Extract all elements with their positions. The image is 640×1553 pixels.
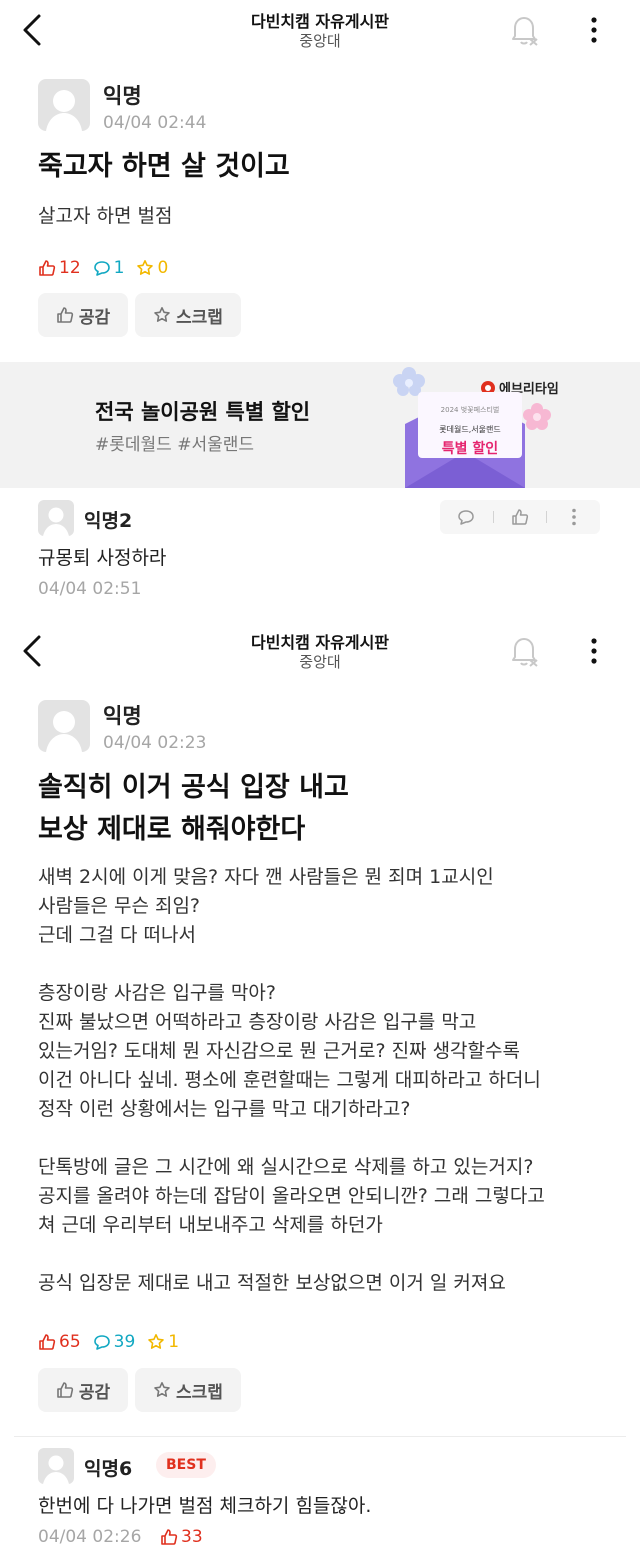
ad-badge-line2: 특별 할인 bbox=[441, 441, 499, 457]
comment-more-icon[interactable] bbox=[547, 500, 600, 534]
post-title-line2: 보상 제대로 해줘야한다 bbox=[38, 814, 306, 845]
best-badge: BEST bbox=[156, 1452, 216, 1478]
scrap-count: 1 bbox=[147, 1332, 179, 1352]
more-vertical-icon[interactable] bbox=[578, 10, 610, 50]
like-count: 65 bbox=[38, 1332, 81, 1352]
comment-author: 익명2 bbox=[84, 510, 133, 532]
comment-count: 1 bbox=[93, 258, 124, 278]
comment-like-button[interactable] bbox=[494, 500, 547, 534]
avatar bbox=[38, 79, 90, 131]
post-stats: 12 1 0 bbox=[38, 258, 180, 278]
post-author: 익명 bbox=[103, 84, 142, 108]
post-stats: 65 39 1 bbox=[38, 1332, 191, 1352]
like-button[interactable]: 공감 bbox=[38, 293, 128, 337]
post-date: 04/04 02:44 bbox=[103, 113, 207, 133]
thumbs-up-icon bbox=[57, 307, 74, 323]
flower-icon bbox=[523, 403, 551, 430]
reply-button[interactable] bbox=[440, 500, 493, 534]
star-icon bbox=[154, 307, 170, 322]
ad-badge-year: 2024 벚꽃페스티벌 bbox=[440, 406, 500, 414]
star-icon bbox=[137, 260, 154, 275]
avatar bbox=[38, 700, 90, 752]
scrap-count: 0 bbox=[136, 258, 168, 278]
ad-tags: #롯데월드 #서울랜드 bbox=[95, 435, 255, 455]
post-body: 새벽 2시에 이게 맞음? 자다 깬 사람들은 뭔 죄며 1교시인 사람들은 무… bbox=[38, 866, 545, 1294]
comment-author: 익명6 bbox=[84, 1458, 133, 1480]
avatar bbox=[38, 500, 74, 536]
comment-bubble-icon bbox=[93, 1335, 110, 1350]
thumbs-up-icon bbox=[39, 1334, 56, 1350]
comment-bubble-icon bbox=[458, 510, 475, 525]
comment-actions bbox=[440, 500, 600, 534]
post-author: 익명 bbox=[103, 704, 142, 728]
star-icon bbox=[154, 1382, 170, 1397]
scrap-button[interactable]: 스크랩 bbox=[135, 293, 241, 337]
post-date: 04/04 02:23 bbox=[103, 733, 207, 753]
comment-text: 규몽퇴 사정하라 bbox=[38, 547, 167, 569]
comment-count: 39 bbox=[93, 1332, 135, 1352]
board-title: 다빈치캠 자유게시판 bbox=[250, 633, 390, 652]
star-icon bbox=[148, 1334, 165, 1349]
like-button[interactable]: 공감 bbox=[38, 1368, 128, 1412]
scrap-button[interactable]: 스크랩 bbox=[135, 1368, 241, 1412]
divider bbox=[14, 1436, 626, 1437]
ad-banner[interactable]: 전국 놀이공원 특별 할인 #롯데월드 #서울랜드 에브리타임 2024 벚꽃페… bbox=[0, 362, 640, 488]
header-screen1: 다빈치캠 자유게시판 중앙대 bbox=[0, 0, 640, 64]
board-title: 다빈치캠 자유게시판 bbox=[250, 12, 390, 31]
comment-like-count: 33 bbox=[160, 1527, 215, 1547]
post-title: 죽고자 하면 살 것이고 bbox=[38, 151, 290, 182]
bell-off-icon[interactable] bbox=[506, 10, 542, 50]
comment-date: 04/04 02:26 bbox=[38, 1527, 142, 1547]
thumbs-up-icon bbox=[39, 260, 56, 276]
post-body: 살고자 하면 벌점 bbox=[38, 205, 173, 227]
school-name: 중앙대 bbox=[299, 32, 341, 50]
thumbs-up-icon bbox=[57, 1382, 74, 1398]
comment-date: 04/04 02:51 bbox=[38, 579, 142, 599]
more-vertical-icon[interactable] bbox=[578, 631, 610, 671]
school-name: 중앙대 bbox=[299, 653, 341, 671]
post-title-line1: 솔직히 이거 공식 입장 내고 bbox=[38, 772, 349, 803]
thumbs-up-icon bbox=[512, 509, 529, 525]
like-count: 12 bbox=[38, 258, 81, 278]
avatar bbox=[38, 1448, 74, 1484]
bell-off-icon[interactable] bbox=[506, 631, 542, 671]
comment-bubble-icon bbox=[93, 261, 110, 276]
comment-text: 한번에 다 나가면 벌점 체크하기 힘들잖아. bbox=[38, 1495, 372, 1517]
thumbs-up-icon bbox=[161, 1529, 178, 1545]
ad-headline: 전국 놀이공원 특별 할인 bbox=[95, 400, 311, 424]
header-screen2: 다빈치캠 자유게시판 중앙대 bbox=[0, 621, 640, 685]
ad-badge-line1: 롯데월드,서울랜드 bbox=[439, 425, 501, 434]
